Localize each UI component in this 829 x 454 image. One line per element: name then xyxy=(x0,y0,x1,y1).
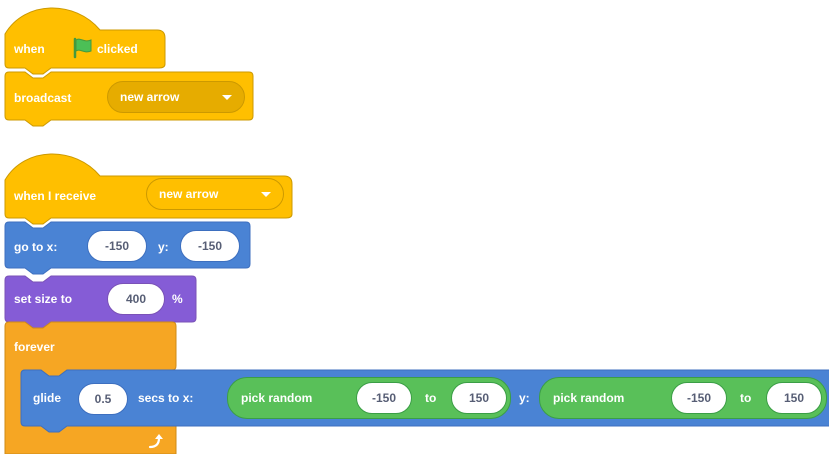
to-label: to xyxy=(740,391,752,405)
secs-to-x-label: secs to x: xyxy=(138,391,194,405)
broadcast-block[interactable]: broadcast new arrow xyxy=(4,71,254,127)
random-y-to-input[interactable]: 150 xyxy=(766,382,822,414)
loop-arrow-icon xyxy=(147,432,165,453)
set-size-label: set size to xyxy=(14,292,73,306)
go-to-y-label: y: xyxy=(158,240,169,254)
glide-secs-input[interactable]: 0.5 xyxy=(78,383,128,415)
glide-label: glide xyxy=(33,391,62,405)
pick-random-label: pick random xyxy=(241,391,313,405)
percent-label: % xyxy=(172,292,183,306)
pick-random-y-reporter[interactable]: pick random -150 to 150 xyxy=(539,377,827,419)
random-x-to-input[interactable]: 150 xyxy=(451,382,507,414)
receive-message-value: new arrow xyxy=(159,187,219,201)
receive-message-dropdown[interactable]: new arrow xyxy=(146,178,284,210)
hat-when-label: when xyxy=(14,42,45,56)
when-i-receive-label: when I receive xyxy=(14,189,97,203)
random-y-from-input[interactable]: -150 xyxy=(671,382,727,414)
pick-random-x-reporter[interactable]: pick random -150 to 150 xyxy=(227,377,511,419)
size-input[interactable]: 400 xyxy=(107,283,165,315)
to-label: to xyxy=(425,391,437,405)
glide-y-label: y: xyxy=(519,391,530,405)
y-input[interactable]: -150 xyxy=(180,230,240,262)
chevron-down-icon xyxy=(261,192,271,197)
glide-block[interactable]: glide 0.5 secs to x: pick random -150 to… xyxy=(20,369,829,433)
x-input[interactable]: -150 xyxy=(87,230,147,262)
broadcast-message-dropdown[interactable]: new arrow xyxy=(107,81,245,113)
pick-random-label: pick random xyxy=(553,391,625,405)
chevron-down-icon xyxy=(222,95,232,100)
when-flag-clicked-hat-block[interactable]: when clicked xyxy=(4,6,166,75)
set-size-block[interactable]: set size to 400 % xyxy=(4,275,197,329)
random-x-from-input[interactable]: -150 xyxy=(356,382,412,414)
forever-label: forever xyxy=(14,340,55,354)
go-to-xy-block[interactable]: go to x: -150 y: -150 xyxy=(4,221,251,275)
green-flag-icon[interactable] xyxy=(71,36,95,63)
go-to-x-label: go to x: xyxy=(14,240,58,254)
broadcast-message-value: new arrow xyxy=(120,90,180,104)
hat-clicked-label: clicked xyxy=(97,42,138,56)
when-i-receive-hat-block[interactable]: when I receive new arrow xyxy=(4,152,293,225)
broadcast-label: broadcast xyxy=(14,91,72,105)
